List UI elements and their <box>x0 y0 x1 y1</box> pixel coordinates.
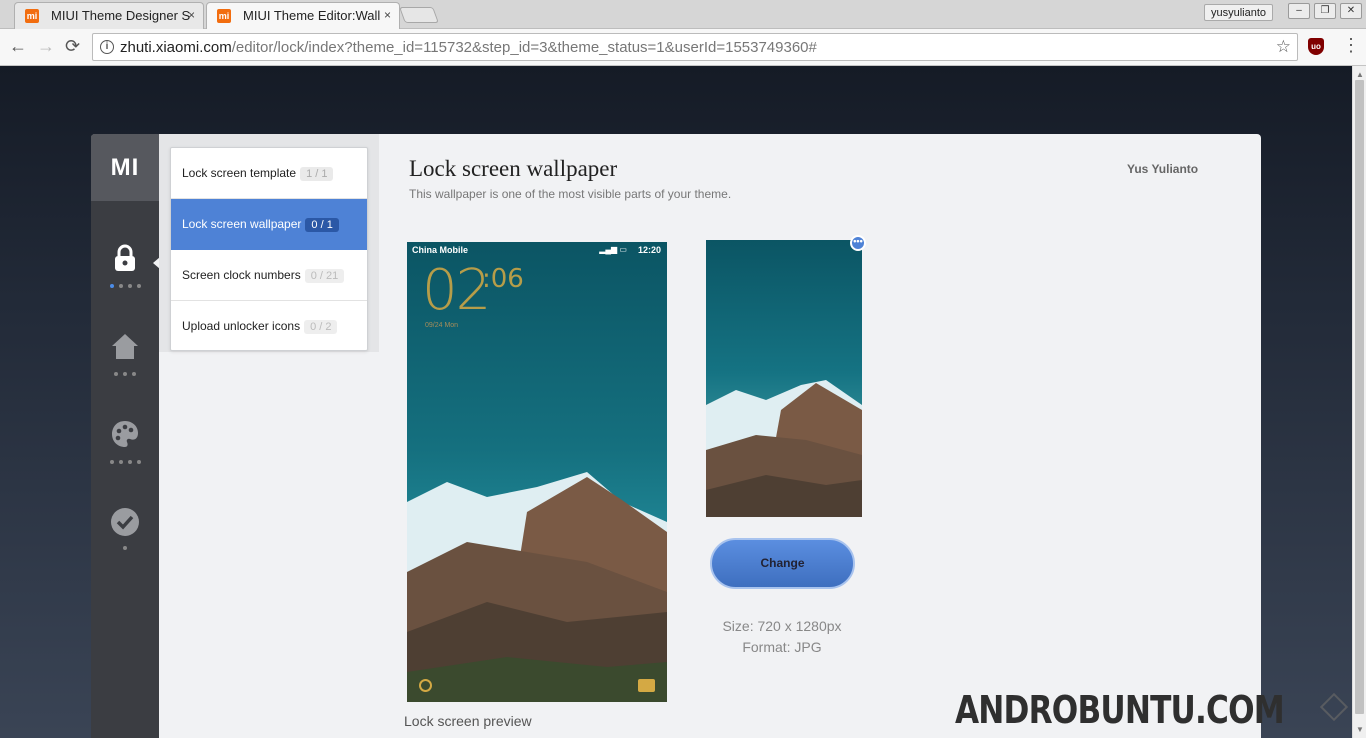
tab-title: MIUI Theme Editor:Wall <box>243 8 381 23</box>
status-bar: China Mobile ▂▄▆ ▭ 12:20 <box>407 242 667 259</box>
url-text[interactable]: zhuti.xiaomi.com/editor/lock/index?theme… <box>120 39 817 56</box>
reload-icon[interactable]: ⟳ <box>65 37 80 55</box>
browser-tab-bar: mi MIUI Theme Designer S × mi MIUI Theme… <box>0 0 1366 29</box>
editor-sidebar: MI <box>91 134 160 738</box>
camera-icon <box>638 679 655 692</box>
lockscreen-submenu: Lock screen template 1 / 1 Lock screen wa… <box>170 147 368 351</box>
submenu-item-template[interactable]: Lock screen template 1 / 1 <box>171 148 367 199</box>
more-options-icon[interactable]: ••• <box>850 235 866 251</box>
wallpaper-thumbnail[interactable] <box>706 240 862 517</box>
sidebar-item-lockscreen[interactable] <box>91 232 159 312</box>
submenu-item-clock-numbers[interactable]: Screen clock numbers 0 / 21 <box>171 250 367 301</box>
submenu-item-unlocker-icons[interactable]: Upload unlocker icons 0 / 2 <box>171 301 367 352</box>
ublock-extension-icon[interactable]: uo <box>1308 38 1324 55</box>
url-path: /editor/lock/index?theme_id=115732&step_… <box>231 39 817 56</box>
submenu-item-label: Lock screen template <box>182 166 297 180</box>
mi-favicon-icon: mi <box>25 9 39 23</box>
palette-icon <box>112 421 138 447</box>
sidebar-item-finish[interactable] <box>91 500 159 580</box>
browser-tab[interactable]: mi MIUI Theme Designer S × <box>14 2 204 29</box>
scrollbar-thumb[interactable] <box>1355 80 1364 714</box>
theme-editor-panel: MI Lock screen template 1 / 1 Lock scree… <box>91 134 1261 738</box>
change-wallpaper-button[interactable]: Change <box>710 538 855 589</box>
page-scrollbar[interactable]: ▲ ▼ <box>1352 66 1366 738</box>
clock-minutes: :06 <box>482 264 524 294</box>
mi-logo[interactable]: MI <box>91 134 159 201</box>
clock-date: 09/24 Mon <box>425 322 459 329</box>
step-dots <box>91 460 159 464</box>
progress-badge: 0 / 2 <box>304 320 338 334</box>
lock-icon <box>115 244 135 271</box>
scroll-up-arrow-icon[interactable]: ▲ <box>1356 70 1364 79</box>
progress-badge: 0 / 1 <box>305 218 339 232</box>
scroll-down-arrow-icon[interactable]: ▼ <box>1356 725 1364 734</box>
step-dots <box>91 284 159 288</box>
clock-hours: 02 <box>422 258 491 323</box>
status-time: 12:20 <box>637 245 661 255</box>
new-tab-button[interactable] <box>399 7 439 23</box>
browser-toolbar: ← → ⟳ i zhuti.xiaomi.com/editor/lock/ind… <box>0 29 1366 66</box>
submenu-item-label: Upload unlocker icons <box>182 319 301 333</box>
back-arrow-icon[interactable]: ← <box>9 37 27 55</box>
minimize-button[interactable]: – <box>1288 3 1310 19</box>
mi-favicon-icon: mi <box>217 9 231 23</box>
step-dots <box>91 372 159 376</box>
lock-screen-preview: China Mobile ▂▄▆ ▭ 12:20 02 :06 09/24 Mo… <box>407 242 667 702</box>
mountain-wallpaper <box>407 472 667 702</box>
signal-battery-icon: ▂▄▆ ▭ <box>599 245 627 254</box>
forward-arrow-icon[interactable]: → <box>37 37 55 55</box>
bookmark-star-icon[interactable]: ☆ <box>1276 37 1291 57</box>
step-dots <box>91 546 159 550</box>
url-host: zhuti.xiaomi.com <box>120 39 232 56</box>
wallpaper-format: Format: JPG <box>742 639 822 655</box>
carrier-name: China Mobile <box>412 245 468 255</box>
tab-title: MIUI Theme Designer S <box>51 8 191 23</box>
check-icon <box>111 508 139 536</box>
address-bar[interactable]: i zhuti.xiaomi.com/editor/lock/index?the… <box>92 33 1298 61</box>
progress-badge: 1 / 1 <box>300 167 334 181</box>
restore-button[interactable]: ❐ <box>1314 3 1336 19</box>
progress-badge: 0 / 21 <box>304 269 345 283</box>
close-tab-icon[interactable]: × <box>384 8 391 22</box>
page-title: Lock screen wallpaper <box>409 156 618 181</box>
browser-menu-icon[interactable]: ⋮ <box>1342 36 1360 54</box>
sidebar-item-style[interactable] <box>91 412 159 492</box>
profile-button[interactable]: yusyulianto <box>1204 4 1274 21</box>
preview-caption: Lock screen preview <box>404 713 532 729</box>
browser-tab-active[interactable]: mi MIUI Theme Editor:Wall × <box>206 2 400 29</box>
user-name[interactable]: Yus Yulianto <box>1127 162 1198 176</box>
info-icon[interactable]: i <box>100 40 114 54</box>
wallpaper-size: Size: 720 x 1280px <box>722 618 842 634</box>
submenu-item-label: Screen clock numbers <box>182 268 301 282</box>
mountain-wallpaper <box>706 380 862 517</box>
page-subtitle: This wallpaper is one of the most visibl… <box>409 187 732 201</box>
submenu-item-wallpaper[interactable]: Lock screen wallpaper 0 / 1 <box>171 199 367 250</box>
close-tab-icon[interactable]: × <box>188 8 195 22</box>
close-window-button[interactable]: ✕ <box>1340 3 1362 19</box>
home-icon <box>112 334 138 359</box>
unlock-ring-icon <box>419 679 432 692</box>
watermark: ANDROBUNTU.COM <box>955 688 1285 732</box>
submenu-item-label: Lock screen wallpaper <box>182 217 302 231</box>
sidebar-item-home[interactable] <box>91 324 159 404</box>
